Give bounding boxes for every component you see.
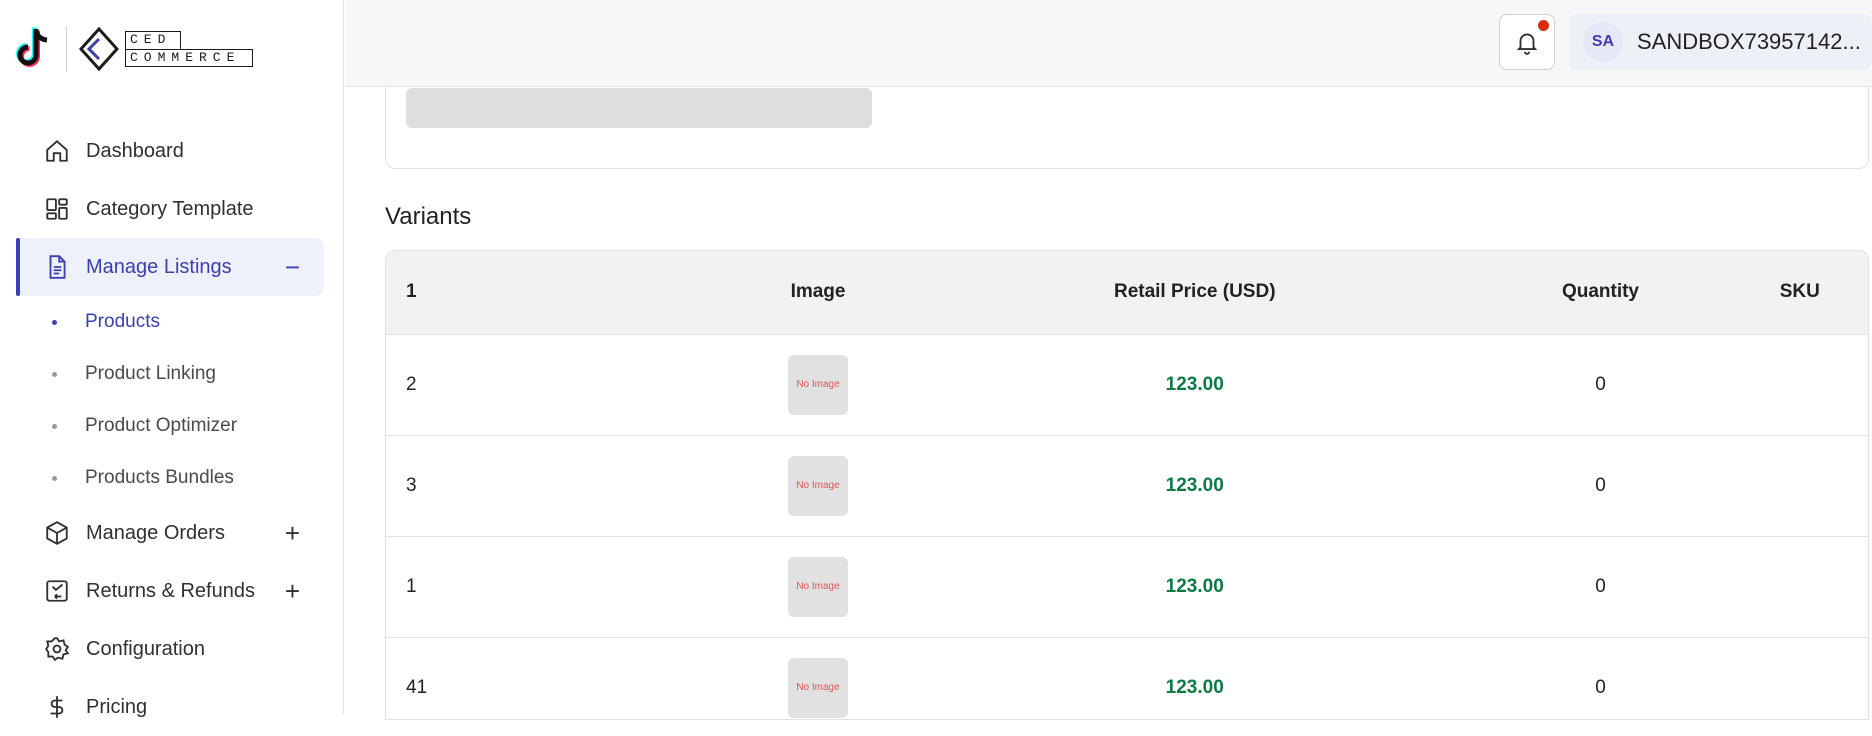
bell-icon (1516, 33, 1538, 55)
gear-icon (44, 636, 70, 662)
sidebar-subitem-label: Products Bundles (85, 467, 234, 488)
avatar: SA (1583, 22, 1623, 62)
image-cell: No Image (716, 334, 921, 436)
variants-table: 1 Image Retail Price (USD) Quantity SKU … (385, 250, 1869, 720)
sidebar: CED COMMERCE Dashboard Category Template… (0, 0, 344, 718)
bullet-icon (52, 475, 57, 481)
variant-cell: 3 (386, 435, 716, 537)
expand-icon[interactable]: + (285, 576, 300, 607)
no-image-placeholder: No Image (788, 556, 849, 617)
quantity-cell: 0 (1469, 536, 1732, 638)
variant-cell: 2 (386, 334, 716, 436)
sidebar-item-label: Manage Listings (86, 255, 232, 278)
image-cell: No Image (716, 536, 921, 638)
quantity-cell: 0 (1469, 637, 1732, 719)
bullet-icon (52, 423, 57, 429)
image-cell: No Image (716, 637, 921, 719)
column-header: SKU (1731, 251, 1868, 335)
price-cell: 123.00 (920, 334, 1470, 436)
quantity-cell: 0 (1469, 435, 1732, 537)
sidebar-subitem-product-linking[interactable]: Product Linking (16, 348, 324, 400)
account-menu[interactable]: SA SANDBOX73957142... (1569, 14, 1872, 70)
sidebar-item-category-template[interactable]: Category Template (16, 180, 324, 238)
brand-logos: CED COMMERCE (14, 24, 253, 74)
column-header: Retail Price (USD) (920, 251, 1470, 335)
sidebar-item-label: Configuration (86, 637, 205, 660)
loading-skeleton (406, 88, 872, 128)
price-cell: 123.00 (920, 435, 1470, 537)
column-header: 1 (386, 251, 716, 335)
price-cell: 123.00 (920, 637, 1470, 719)
logo-divider (66, 26, 67, 72)
sidebar-item-pricing[interactable]: Pricing (16, 678, 324, 736)
quantity-cell: 0 (1469, 334, 1732, 436)
notification-badge (1538, 20, 1549, 31)
tiktok-logo-icon (16, 27, 48, 67)
column-header: Image (716, 251, 921, 335)
sku-cell (1731, 435, 1868, 537)
sidebar-nav: Dashboard Category Template Manage Listi… (16, 122, 324, 736)
sidebar-item-manage-listings[interactable]: Manage Listings − (16, 238, 324, 296)
sidebar-item-label: Manage Orders (86, 521, 225, 544)
table-row: 1 No Image 123.00 0 (386, 536, 1868, 638)
no-image-placeholder: No Image (788, 657, 849, 718)
no-image-placeholder: No Image (788, 455, 849, 516)
sidebar-subitem-products-bundles[interactable]: Products Bundles (16, 452, 324, 504)
sidebar-item-returns-refunds[interactable]: Returns & Refunds + (16, 562, 324, 620)
sidebar-item-label: Returns & Refunds (86, 579, 255, 602)
ced-logo-line1: CED (125, 31, 181, 49)
sidebar-item-dashboard[interactable]: Dashboard (16, 122, 324, 180)
cedcommerce-logo: CED COMMERCE (79, 27, 253, 71)
grid-icon (44, 196, 70, 222)
sidebar-item-label: Dashboard (86, 139, 184, 162)
sidebar-subitem-label: Product Linking (85, 363, 216, 384)
variants-title: Variants (385, 203, 472, 230)
dollar-icon (44, 694, 70, 720)
box-icon (44, 520, 70, 546)
notifications-button[interactable] (1499, 14, 1555, 70)
sidebar-subitem-label: Products (85, 311, 160, 332)
table-row: 3 No Image 123.00 0 (386, 435, 1868, 537)
sidebar-subitem-product-optimizer[interactable]: Product Optimizer (16, 400, 324, 452)
document-icon (44, 254, 70, 280)
ced-logo-line2: COMMERCE (125, 49, 253, 67)
sidebar-item-configuration[interactable]: Configuration (16, 620, 324, 678)
table-row: 41 No Image 123.00 0 (386, 637, 1868, 719)
top-bar: SA SANDBOX73957142... (345, 0, 1872, 87)
sku-cell (1731, 334, 1868, 436)
no-image-placeholder: No Image (788, 354, 849, 415)
image-cell: No Image (716, 435, 921, 537)
sku-cell (1731, 637, 1868, 719)
table-row: 2 No Image 123.00 0 (386, 334, 1868, 436)
sidebar-subitem-products[interactable]: Products (16, 296, 324, 348)
home-icon (44, 138, 70, 164)
sidebar-subitem-label: Product Optimizer (85, 415, 238, 436)
expand-icon[interactable]: + (285, 518, 300, 549)
sidebar-item-label: Category Template (86, 197, 254, 220)
bullet-icon (52, 319, 57, 325)
variant-cell: 1 (386, 536, 716, 638)
sidebar-item-manage-orders[interactable]: Manage Orders + (16, 504, 324, 562)
sidebar-item-label: Pricing (86, 695, 148, 718)
sku-cell (1731, 536, 1868, 638)
collapse-icon[interactable]: − (285, 252, 300, 283)
variant-cell: 41 (386, 637, 716, 719)
cedcommerce-mark-icon (79, 27, 119, 71)
table-header-row: 1 Image Retail Price (USD) Quantity SKU (386, 251, 1868, 335)
column-header: Quantity (1469, 251, 1732, 335)
bullet-icon (52, 371, 57, 377)
account-name: SANDBOX73957142... (1637, 29, 1861, 54)
returns-icon (44, 578, 70, 604)
price-cell: 123.00 (920, 536, 1470, 638)
